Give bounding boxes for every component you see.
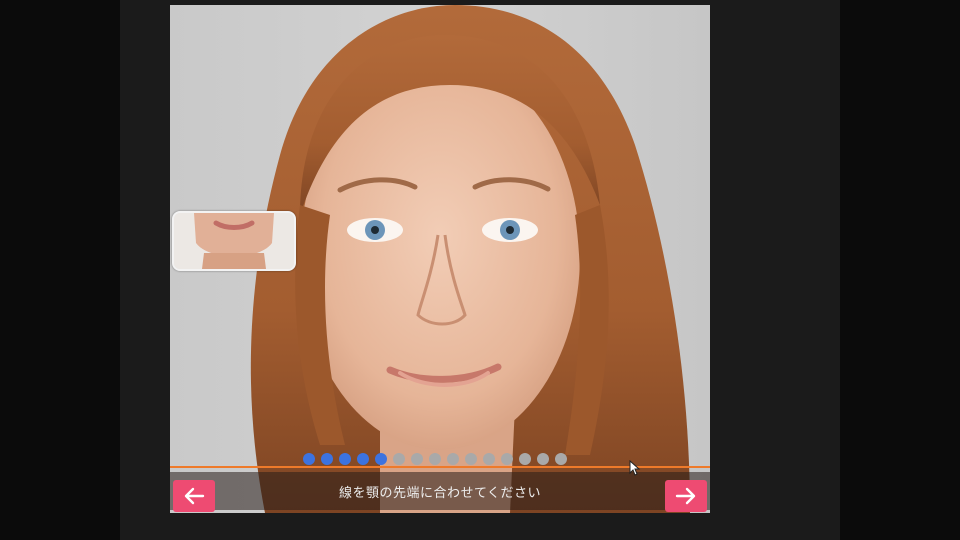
progress-dot-pending [429,453,441,465]
progress-dot-pending [411,453,423,465]
progress-dot-pending [501,453,513,465]
progress-dot-complete [357,453,369,465]
progress-dot-pending [519,453,531,465]
progress-dot-pending [393,453,405,465]
progress-dot-pending [537,453,549,465]
progress-dot-complete [339,453,351,465]
screen: 線を顎の先端に合わせてください [0,0,960,540]
mouse-cursor-icon [629,459,641,480]
step-progress-indicator [303,453,567,465]
progress-dot-complete [303,453,315,465]
progress-dot-pending [483,453,495,465]
prev-button[interactable] [173,480,215,512]
instruction-text: 線を顎の先端に合わせてください [338,486,542,501]
progress-dot-pending [555,453,567,465]
progress-dot-pending [447,453,459,465]
next-button[interactable] [665,480,707,512]
arrow-left-icon [184,487,205,505]
chin-zoom-image [174,213,294,269]
arrow-right-icon [675,487,696,505]
progress-dot-pending [465,453,477,465]
progress-dot-complete [321,453,333,465]
progress-dot-complete [375,453,387,465]
app-panel: 線を顎の先端に合わせてください [120,0,840,540]
chin-zoom-preview [172,211,296,271]
